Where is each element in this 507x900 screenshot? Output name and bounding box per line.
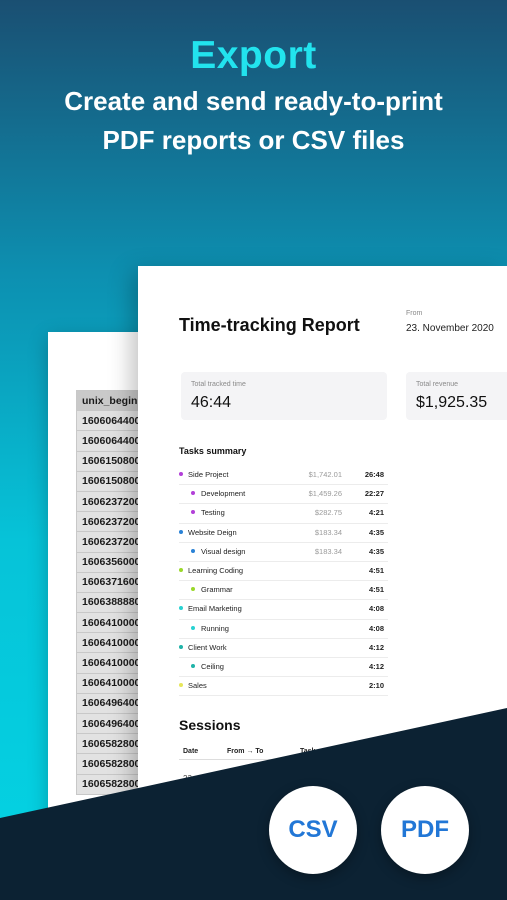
task-row: Email Marketing 4:08 xyxy=(179,600,388,620)
task-color-dot-icon xyxy=(191,510,195,515)
task-name: Website Deign xyxy=(188,527,237,537)
pdf-export-button[interactable]: PDF xyxy=(381,786,469,874)
task-row: Ceiling 4:12 xyxy=(179,658,388,678)
task-duration: 4:51 xyxy=(368,585,384,595)
task-color-dot-icon xyxy=(179,644,183,649)
total-revenue-value: $1,925.35 xyxy=(416,394,488,411)
task-name: Client Work xyxy=(188,642,227,652)
hero-title: Export xyxy=(190,34,317,77)
task-duration: 22:27 xyxy=(364,489,384,499)
task-row: Development $1,459.26 22:27 xyxy=(179,485,388,505)
task-color-dot-icon xyxy=(191,491,195,496)
task-color-dot-icon xyxy=(179,683,183,688)
task-duration: 4:21 xyxy=(368,508,384,518)
task-duration: 4:35 xyxy=(368,546,384,556)
task-amount: $282.75 xyxy=(314,508,342,518)
total-time-card: Total tracked time 46:44 xyxy=(181,372,387,420)
task-color-dot-icon xyxy=(191,663,195,668)
task-row: Side Project $1,742.01 26:48 xyxy=(179,466,388,486)
task-color-dot-icon xyxy=(191,587,195,592)
task-color-dot-icon xyxy=(179,567,183,572)
task-name: Learning Coding xyxy=(188,565,244,575)
task-row: Running 4:08 xyxy=(179,620,388,639)
task-name: Running xyxy=(201,623,229,633)
task-amount: $1,459.26 xyxy=(308,489,342,499)
task-color-dot-icon xyxy=(179,472,183,476)
task-name: Sales xyxy=(188,681,207,691)
task-color-dot-icon xyxy=(179,529,183,534)
sessions-title: Sessions xyxy=(179,717,241,733)
tasks-summary-title: Tasks summary xyxy=(179,446,247,456)
task-duration: 4:08 xyxy=(368,623,384,633)
task-color-dot-icon xyxy=(179,606,183,611)
task-row: Sales 2:10 xyxy=(179,677,388,697)
from-label: From xyxy=(406,310,423,317)
total-revenue-card: Total revenue $1,925.35 xyxy=(406,372,507,420)
task-row: Learning Coding 4:51 xyxy=(179,562,388,582)
task-name: Ceiling xyxy=(201,661,224,671)
task-duration: 4:12 xyxy=(368,661,384,671)
sessions-col-date: Date xyxy=(183,748,199,755)
task-color-dot-icon xyxy=(191,625,195,630)
task-duration: 4:08 xyxy=(368,604,384,614)
tasks-summary-list: Side Project $1,742.01 26:48 Development $1,… xyxy=(179,466,388,697)
task-duration: 4:35 xyxy=(368,527,384,537)
task-name: Visual design xyxy=(201,546,246,556)
sessions-col-from-to: From → To xyxy=(227,748,264,755)
task-row: Testing $282.75 4:21 xyxy=(179,504,388,524)
task-duration: 2:10 xyxy=(368,681,384,691)
task-duration: 26:48 xyxy=(364,470,384,479)
task-amount: $1,742.01 xyxy=(308,470,342,479)
hero-subtitle-line2: PDF reports or CSV files xyxy=(102,125,405,155)
task-amount: $183.34 xyxy=(314,546,342,556)
task-row: Visual design $183.34 4:35 xyxy=(179,543,388,562)
total-revenue-label: Total revenue xyxy=(416,381,459,388)
from-date: 23. November 2020 xyxy=(406,323,494,334)
task-name: Testing xyxy=(201,508,225,518)
task-row: Client Work 4:12 xyxy=(179,639,388,658)
task-duration: 4:51 xyxy=(368,565,384,575)
task-name: Side Project xyxy=(188,470,229,479)
report-title: Time-tracking Report xyxy=(179,315,360,335)
task-row: Grammar 4:51 xyxy=(179,581,388,601)
task-duration: 4:12 xyxy=(368,642,384,652)
task-row: Website Deign $183.34 4:35 xyxy=(179,524,388,543)
task-name: Development xyxy=(201,489,246,499)
total-time-value: 46:44 xyxy=(191,394,232,411)
task-color-dot-icon xyxy=(191,548,195,553)
task-amount: $183.34 xyxy=(314,527,342,537)
total-time-label: Total tracked time xyxy=(191,381,246,388)
hero-subtitle-line1: Create and send ready-to-print xyxy=(64,86,443,116)
task-name: Email Marketing xyxy=(188,604,242,614)
csv-export-button[interactable]: CSV xyxy=(269,786,357,874)
task-name: Grammar xyxy=(201,585,233,595)
